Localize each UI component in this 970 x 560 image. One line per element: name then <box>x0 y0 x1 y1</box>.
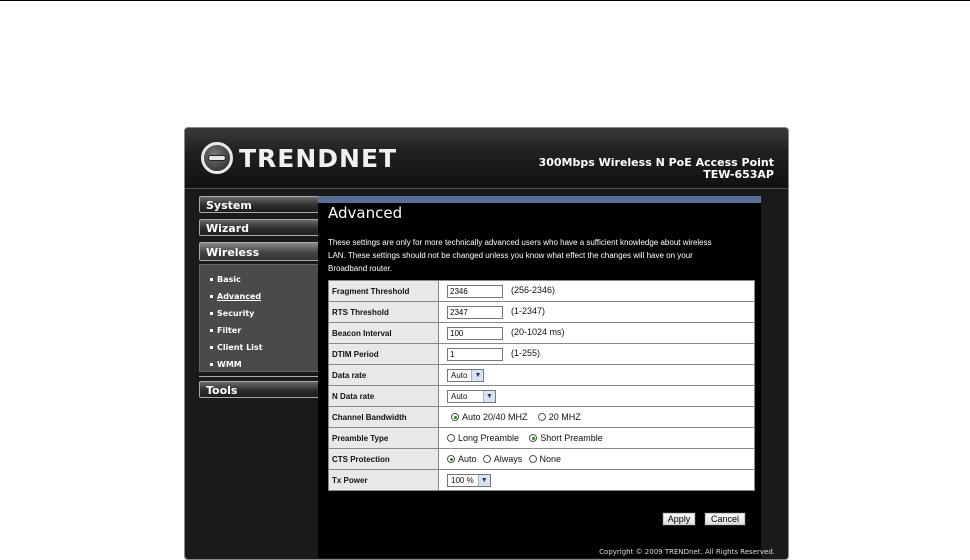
table-row: Channel Bandwidth Auto 20/40 MHZ 20 MHZ <box>328 406 755 428</box>
sidebar-item-system[interactable]: System <box>199 196 319 213</box>
description-line: Broadband router. <box>328 264 393 273</box>
wireless-submenu: Basic Advanced Security Filter Client Li… <box>199 264 319 372</box>
submenu-item-client-list[interactable]: Client List <box>200 339 318 356</box>
sidebar: System Wizard Wireless Basic Advanced Se… <box>199 196 321 536</box>
submenu-item-basic[interactable]: Basic <box>200 271 318 288</box>
fragment-threshold-label: Fragment Threshold <box>328 280 439 302</box>
short-preamble-radio[interactable] <box>529 434 538 442</box>
n-data-rate-select[interactable]: Auto ▼ <box>447 389 496 403</box>
rts-threshold-label: RTS Threshold <box>328 301 439 323</box>
cts-none-label: None <box>539 454 562 464</box>
bullet-icon <box>210 329 213 332</box>
table-row: N Data rate Auto ▼ <box>328 385 755 407</box>
tx-power-value: 100 % <box>451 475 474 485</box>
trendnet-logo-icon <box>201 142 233 174</box>
table-row: RTS Threshold (1-2347) <box>328 301 755 323</box>
bandwidth-20-label: 20 MHZ <box>548 412 581 422</box>
chevron-down-icon: ▼ <box>477 474 490 486</box>
content-top-bar <box>318 196 761 203</box>
bullet-icon <box>210 278 213 281</box>
bullet-icon <box>210 346 213 349</box>
router-admin-window: TRENDNET 300Mbps Wireless N PoE Access P… <box>184 127 789 560</box>
rts-threshold-input[interactable] <box>447 305 503 319</box>
table-row: CTS Protection Auto Always None <box>328 448 755 470</box>
beacon-interval-range: (20-1024 ms) <box>511 327 565 338</box>
page-description: These settings are only for more technic… <box>328 236 758 275</box>
bullet-icon <box>210 363 213 366</box>
top-rule <box>0 0 970 1</box>
table-row: Preamble Type Long Preamble Short Preamb… <box>328 427 755 449</box>
table-row: Tx Power 100 % ▼ <box>328 469 755 491</box>
data-rate-value: Auto <box>451 370 468 380</box>
description-line: LAN. These settings should not be change… <box>328 251 693 260</box>
submenu-item-security[interactable]: Security <box>200 305 318 322</box>
trendnet-logo: TRENDNET <box>201 140 397 176</box>
long-preamble-radio[interactable] <box>447 434 455 442</box>
cts-always-label: Always <box>493 454 523 464</box>
product-info: 300Mbps Wireless N PoE Access Point TEW-… <box>539 157 774 181</box>
logo-text: TRENDNET <box>239 143 398 173</box>
tx-power-select[interactable]: 100 % ▼ <box>447 473 491 487</box>
dtim-period-label: DTIM Period <box>328 343 439 365</box>
table-row: Data rate Auto ▼ <box>328 364 755 386</box>
main-content: Advanced These settings are only for mor… <box>318 196 761 558</box>
rts-threshold-range: (1-2347) <box>511 306 546 317</box>
model-number: TEW-653AP <box>703 168 774 181</box>
long-preamble-label: Long Preamble <box>458 433 520 443</box>
channel-bandwidth-label: Channel Bandwidth <box>328 406 439 428</box>
data-rate-select[interactable]: Auto ▼ <box>447 368 485 382</box>
cts-auto-label: Auto <box>458 454 477 464</box>
short-preamble-label: Short Preamble <box>540 433 603 443</box>
sidebar-item-wizard[interactable]: Wizard <box>199 219 319 236</box>
dtim-period-range: (1-255) <box>511 348 541 359</box>
bandwidth-auto-radio[interactable] <box>451 413 459 421</box>
table-row: DTIM Period (1-255) <box>328 343 755 365</box>
apply-button[interactable]: Apply <box>662 512 696 526</box>
n-data-rate-label: N Data rate <box>328 385 439 407</box>
sidebar-item-wireless[interactable]: Wireless <box>199 242 319 261</box>
cts-auto-radio[interactable] <box>447 455 455 463</box>
table-row: Fragment Threshold (256-2346) <box>328 280 755 302</box>
cts-always-radio[interactable] <box>482 455 491 463</box>
bandwidth-auto-label: Auto 20/40 MHZ <box>462 412 528 422</box>
fragment-threshold-input[interactable] <box>447 284 503 298</box>
submenu-item-filter[interactable]: Filter <box>200 322 318 339</box>
cancel-button[interactable]: Cancel <box>704 512 746 526</box>
preamble-type-label: Preamble Type <box>328 427 439 449</box>
data-rate-label: Data rate <box>328 364 439 386</box>
description-line: These settings are only for more technic… <box>328 238 712 247</box>
submenu-item-advanced[interactable]: Advanced <box>200 288 318 305</box>
sidebar-divider <box>199 376 319 377</box>
header-bar: TRENDNET 300Mbps Wireless N PoE Access P… <box>185 128 788 189</box>
copyright-text: Copyright © 2009 TRENDnet. All Rights Re… <box>599 548 775 556</box>
chevron-down-icon: ▼ <box>471 369 484 381</box>
advanced-settings-table: Fragment Threshold (256-2346) RTS Thresh… <box>328 280 755 491</box>
sidebar-item-tools[interactable]: Tools <box>199 381 319 398</box>
cts-none-radio[interactable] <box>528 455 537 463</box>
dtim-period-input[interactable] <box>447 347 503 361</box>
bullet-icon <box>210 295 213 298</box>
n-data-rate-value: Auto <box>451 391 468 401</box>
footer: Copyright © 2009 TRENDnet. All Rights Re… <box>185 543 788 559</box>
table-row: Beacon Interval (20-1024 ms) <box>328 322 755 344</box>
chevron-down-icon: ▼ <box>483 390 495 402</box>
bandwidth-20-radio[interactable] <box>537 413 546 421</box>
fragment-threshold-range: (256-2346) <box>511 285 556 296</box>
page-title: Advanced <box>328 204 403 222</box>
cts-protection-label: CTS Protection <box>328 448 439 470</box>
submenu-item-wmm[interactable]: WMM <box>200 356 318 373</box>
tx-power-label: Tx Power <box>328 469 439 491</box>
beacon-interval-input[interactable] <box>447 326 503 340</box>
beacon-interval-label: Beacon Interval <box>328 322 439 344</box>
bullet-icon <box>210 312 213 315</box>
